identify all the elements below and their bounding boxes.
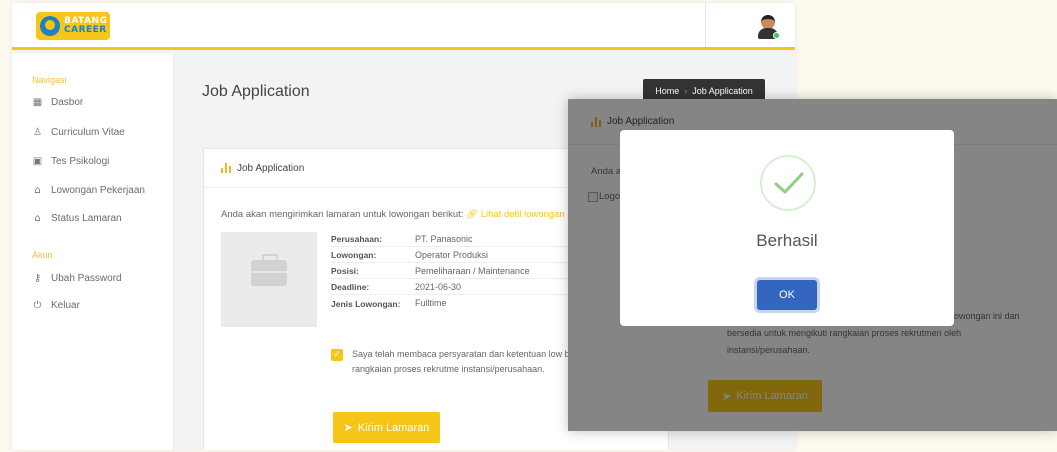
key-icon: ⚷	[33, 273, 42, 284]
zoomed-application-window: Job Application Anda a Logo owongan ini …	[568, 99, 1057, 431]
sidebar-item-curriculum-vitae[interactable]: ♙ Curriculum Vitae	[32, 127, 125, 138]
sidebar-section-navigasi: Navigasi	[32, 75, 67, 85]
success-check-icon	[760, 155, 816, 211]
sidebar-item-label: Status Lamaran	[51, 213, 122, 224]
power-icon: ⏻	[33, 300, 42, 311]
user-icon: ♙	[33, 127, 42, 138]
sidebar-item-ubah-password[interactable]: ⚷ Ubah Password	[32, 273, 122, 284]
navbar-divider	[705, 3, 706, 47]
logo-text-line2: CAREER	[64, 25, 107, 35]
breadcrumb-current: Job Application	[692, 86, 753, 96]
sidebar-item-label: Ubah Password	[51, 273, 122, 284]
submit-application-button[interactable]: ➤ Kirim Lamaran	[333, 412, 440, 443]
success-dialog: Berhasil OK	[620, 130, 954, 326]
agreement-checkbox[interactable]: ✓	[331, 349, 343, 361]
building-icon: ⌂	[34, 213, 41, 224]
ok-button[interactable]: OK	[757, 280, 817, 310]
sidebar-item-dasbor[interactable]: ▦ Dasbor	[32, 97, 83, 108]
sidebar-item-label: Tes Psikologi	[51, 156, 110, 167]
sidebar-section-akun: Akun	[32, 250, 53, 260]
dialog-title: Berhasil	[756, 231, 818, 250]
sidebar-item-label: Curriculum Vitae	[51, 127, 125, 138]
sidebar-item-label: Dasbor	[51, 97, 84, 108]
image-icon: ▣	[32, 156, 43, 167]
building-icon: ⌂	[34, 185, 41, 196]
bar-chart-icon	[221, 163, 231, 173]
top-navbar: BATANG CAREER	[12, 3, 795, 50]
logo-icon	[40, 16, 60, 36]
sidebar-item-keluar[interactable]: ⏻ Keluar	[32, 300, 80, 311]
dashboard-icon: ▦	[32, 97, 43, 108]
card-intro-text: Anda akan mengirimkan lamaran untuk lowo…	[221, 209, 565, 220]
company-logo-placeholder	[221, 232, 317, 327]
batang-career-logo[interactable]: BATANG CAREER	[36, 12, 110, 40]
sidebar-item-lowongan-pekerjaan[interactable]: ⌂ Lowongan Pekerjaan	[32, 185, 145, 196]
sidebar-item-tes-psikologi[interactable]: ▣ Tes Psikologi	[32, 156, 110, 167]
link-icon: 🔗︎	[466, 209, 479, 220]
sidebar-item-label: Keluar	[51, 300, 80, 311]
sidebar-item-label: Lowongan Pekerjaan	[51, 185, 145, 196]
view-job-detail-link[interactable]: Lihat detil lowongan	[481, 209, 565, 220]
sidebar-item-status-lamaran[interactable]: ⌂ Status Lamaran	[32, 213, 122, 224]
breadcrumb-home[interactable]: Home	[655, 86, 679, 96]
paper-plane-icon: ➤	[343, 421, 353, 434]
online-status-dot	[773, 32, 780, 39]
breadcrumb-separator: ›	[684, 86, 688, 96]
user-avatar[interactable]	[757, 15, 780, 39]
sidebar: Navigasi ▦ Dasbor ♙ Curriculum Vitae ▣ T…	[12, 53, 174, 450]
card-title: Job Application	[237, 162, 305, 174]
page-title: Job Application	[202, 83, 310, 100]
briefcase-icon	[251, 254, 287, 286]
